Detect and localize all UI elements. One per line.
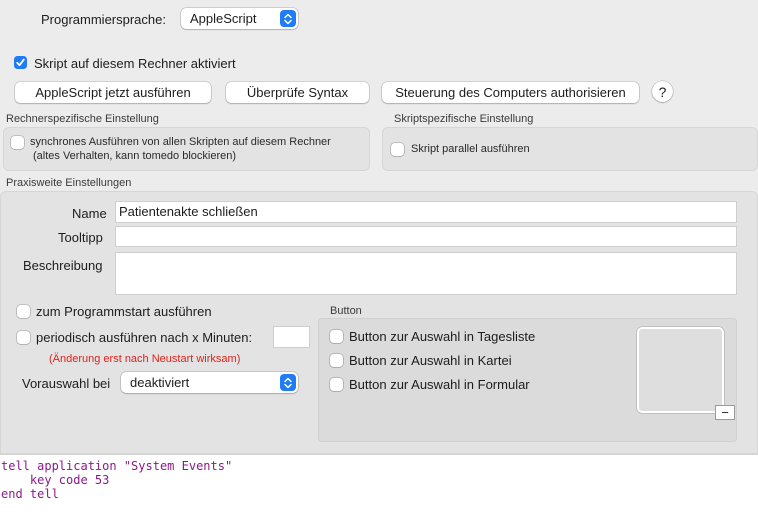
sync-execution-label: synchrones Ausführen von allen Skripten … bbox=[30, 136, 331, 148]
activated-checkbox[interactable] bbox=[14, 56, 27, 69]
periodic-minutes-field[interactable] bbox=[273, 326, 310, 348]
button-image-well[interactable] bbox=[637, 327, 724, 413]
name-field[interactable]: Patientenakte schließen bbox=[115, 201, 737, 223]
startup-label: zum Programmstart ausführen bbox=[36, 304, 212, 319]
chevron-updown-icon bbox=[280, 10, 296, 27]
description-field[interactable] bbox=[115, 252, 737, 295]
periodic-checkbox[interactable] bbox=[17, 331, 30, 344]
remove-image-button[interactable]: − bbox=[715, 405, 735, 420]
button-dayslist-label: Button zur Auswahl in Tagesliste bbox=[349, 329, 536, 344]
machine-settings-box bbox=[3, 127, 370, 171]
tooltip-field[interactable] bbox=[115, 226, 737, 247]
name-label: Name bbox=[72, 206, 107, 221]
preselect-select[interactable]: deaktiviert bbox=[121, 372, 298, 393]
periodic-label: periodisch ausführen nach x Minuten: bbox=[36, 330, 253, 345]
language-select[interactable]: AppleScript bbox=[181, 8, 298, 29]
run-script-button[interactable]: AppleScript jetzt ausführen bbox=[15, 82, 211, 103]
sync-execution-note: (altes Verhalten, kann tomedo blockieren… bbox=[33, 150, 237, 162]
tooltip-label: Tooltipp bbox=[58, 230, 103, 245]
button-dayslist-checkbox[interactable] bbox=[330, 330, 343, 343]
description-label: Beschreibung bbox=[23, 258, 103, 273]
language-select-value: AppleScript bbox=[190, 11, 257, 26]
minus-icon: − bbox=[721, 405, 729, 420]
preselect-label: Vorauswahl bei bbox=[22, 376, 111, 391]
parallel-execution-label: Skript parallel ausführen bbox=[411, 143, 530, 155]
check-syntax-button[interactable]: Überprüfe Syntax bbox=[226, 82, 369, 103]
script-settings-title: Skriptspezifische Einstellung bbox=[394, 113, 534, 125]
machine-settings-title: Rechnerspezifische Einstellung bbox=[6, 113, 159, 125]
preselect-select-value: deaktiviert bbox=[130, 375, 190, 390]
chevron-updown-icon bbox=[280, 374, 296, 391]
language-label: Programmiersprache: bbox=[41, 12, 166, 27]
startup-checkbox[interactable] bbox=[17, 305, 30, 318]
button-form-checkbox[interactable] bbox=[330, 378, 343, 391]
parallel-execution-checkbox[interactable] bbox=[391, 143, 404, 156]
button-file-label: Button zur Auswahl in Kartei bbox=[349, 353, 512, 368]
button-form-label: Button zur Auswahl in Formular bbox=[349, 377, 530, 392]
practice-settings-title: Praxisweite Einstellungen bbox=[6, 177, 132, 189]
button-section-title: Button bbox=[330, 305, 362, 317]
script-editor[interactable]: tell application "System Events" key cod… bbox=[0, 454, 758, 523]
authorize-control-button[interactable]: Steuerung des Computers authorisieren bbox=[382, 82, 639, 103]
help-button[interactable]: ? bbox=[652, 81, 673, 102]
sync-execution-checkbox[interactable] bbox=[11, 136, 24, 149]
button-file-checkbox[interactable] bbox=[330, 354, 343, 367]
restart-note: (Änderung erst nach Neustart wirksam) bbox=[49, 353, 241, 365]
activated-label: Skript auf diesem Rechner aktiviert bbox=[34, 56, 236, 71]
checkmark-icon bbox=[16, 58, 25, 67]
